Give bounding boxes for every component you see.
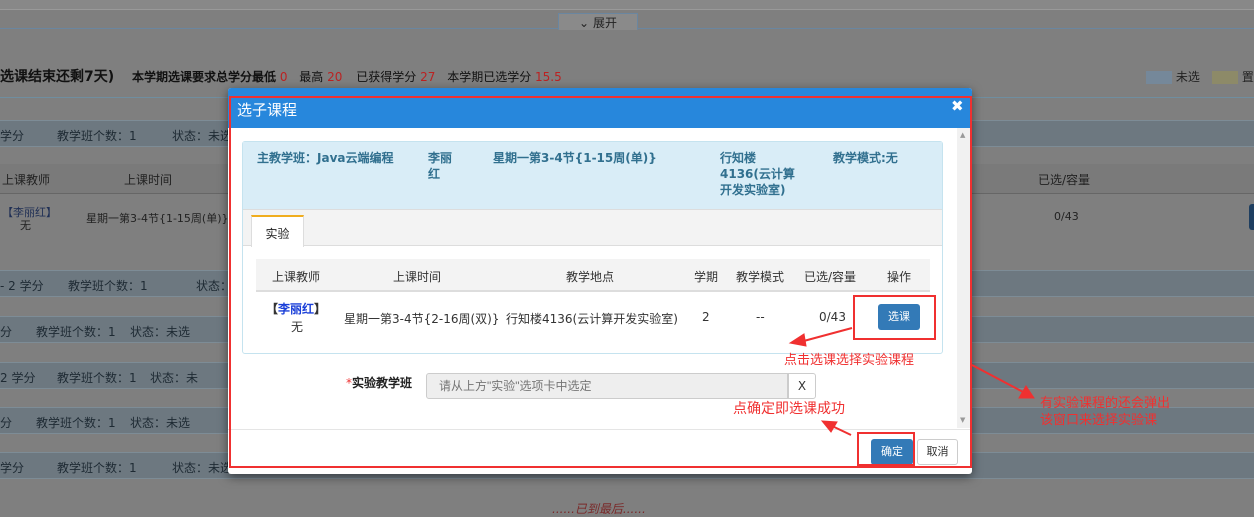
arrow-confirm-head — [820, 420, 838, 433]
arrow-select-head — [788, 333, 807, 347]
arrow-select — [799, 327, 853, 343]
annotation-arrows — [788, 327, 1035, 436]
arrow-popup — [971, 364, 1026, 394]
